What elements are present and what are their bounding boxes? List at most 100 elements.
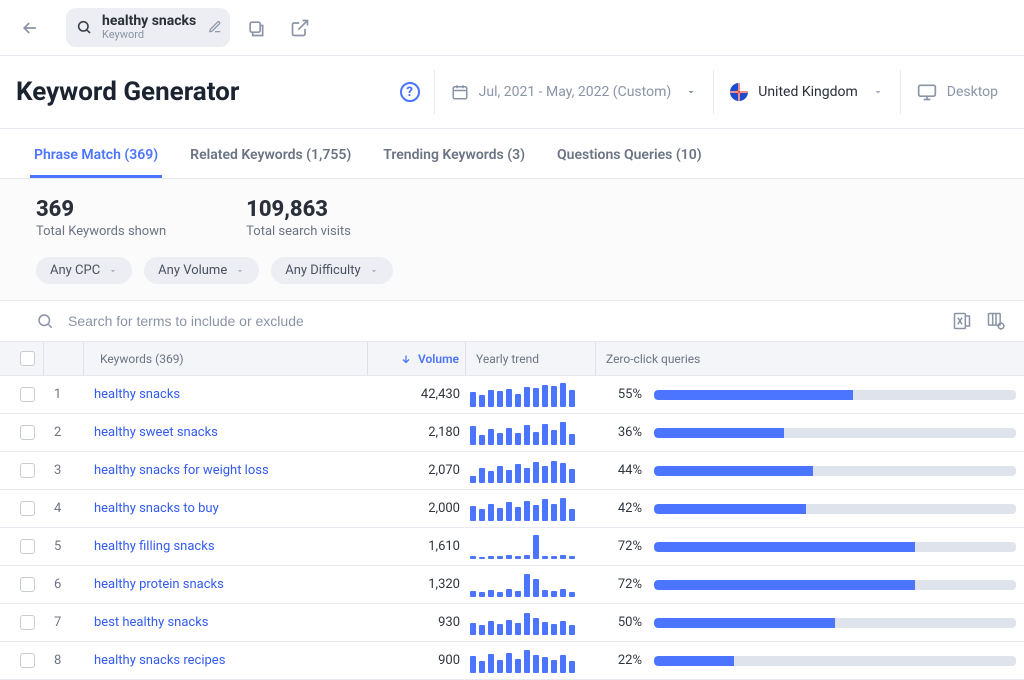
zcq-percent: 42% xyxy=(606,501,642,516)
col-trend[interactable]: Yearly trend xyxy=(466,342,596,375)
keyword-link[interactable]: healthy snacks xyxy=(94,387,180,402)
col-keywords[interactable]: Keywords (369) xyxy=(84,342,368,375)
stat-total-visits: 109,863 xyxy=(246,197,351,222)
chevron-down-icon xyxy=(235,266,245,276)
volume-value: 2,000 xyxy=(368,501,466,516)
device-label: Desktop xyxy=(947,84,998,100)
table-settings-button[interactable] xyxy=(986,311,1006,331)
date-range-label: Jul, 2021 - May, 2022 (Custom) xyxy=(479,84,672,100)
help-button[interactable]: ? xyxy=(400,82,420,102)
back-button[interactable] xyxy=(12,10,48,46)
flag-uk-icon xyxy=(730,83,748,101)
row-checkbox[interactable] xyxy=(20,577,35,592)
zcq-percent: 50% xyxy=(606,615,642,630)
table-row: 1 healthy snacks 42,430 55% xyxy=(0,376,1024,414)
zcq-percent: 36% xyxy=(606,425,642,440)
chevron-down-icon xyxy=(108,266,118,276)
keyword-link[interactable]: healthy filling snacks xyxy=(94,539,215,554)
country-label: United Kingdom xyxy=(758,84,858,100)
trend-sparkline xyxy=(466,497,596,521)
table-row: 4healthy snacks to buy2,00042% xyxy=(0,490,1024,528)
arrow-left-icon xyxy=(20,18,40,38)
col-volume[interactable]: Volume xyxy=(368,342,466,375)
table-row: 3 healthy snacks for weight loss 2,070 44% xyxy=(0,452,1024,490)
row-index: 6 xyxy=(44,577,84,592)
tab-2[interactable]: Trending Keywords (3) xyxy=(379,139,529,178)
table-row: 6healthy protein snacks1,32072% xyxy=(0,566,1024,604)
date-range-picker[interactable]: Jul, 2021 - May, 2022 (Custom) xyxy=(434,70,714,114)
trend-sparkline xyxy=(466,573,596,597)
zcq-percent: 72% xyxy=(606,539,642,554)
external-link-icon xyxy=(290,18,310,38)
open-external-button[interactable] xyxy=(282,10,318,46)
keyword-link[interactable]: best healthy snacks xyxy=(94,615,209,630)
page-title: Keyword Generator xyxy=(16,77,239,107)
filter-volume-label: Any Volume xyxy=(158,263,227,278)
volume-value: 2,180 xyxy=(368,425,466,440)
table-row: 5 healthy filling snacks 1,610 72% xyxy=(0,528,1024,566)
filter-cpc[interactable]: Any CPC xyxy=(36,257,132,284)
row-index: 5 xyxy=(44,539,84,554)
stat-total-keywords: 369 xyxy=(36,197,166,222)
tab-3[interactable]: Questions Queries (10) xyxy=(553,139,706,178)
search-input[interactable] xyxy=(66,312,486,330)
trend-sparkline xyxy=(466,459,596,483)
row-checkbox[interactable] xyxy=(20,387,35,402)
zero-click-cell: 36% xyxy=(596,425,1016,440)
keyword-link[interactable]: healthy sweet snacks xyxy=(94,425,218,440)
keyword-type: Keyword xyxy=(102,29,196,41)
row-index: 8 xyxy=(44,653,84,668)
row-index: 1 xyxy=(44,387,84,402)
table-row: 2 healthy sweet snacks 2,180 36% xyxy=(0,414,1024,452)
trend-sparkline xyxy=(466,649,596,673)
trend-sparkline xyxy=(466,421,596,445)
device-picker[interactable]: Desktop xyxy=(900,70,1014,114)
row-checkbox[interactable] xyxy=(20,425,35,440)
keyword-link[interactable]: healthy snacks for weight loss xyxy=(94,463,269,478)
zero-click-cell: 22% xyxy=(596,653,1016,668)
table-row: 8healthy snacks recipes90022% xyxy=(0,642,1024,680)
row-index: 7 xyxy=(44,615,84,630)
zero-click-cell: 72% xyxy=(596,577,1016,592)
row-checkbox[interactable] xyxy=(20,463,35,478)
country-picker[interactable]: United Kingdom xyxy=(713,70,900,114)
volume-value: 42,430 xyxy=(368,387,466,402)
row-index: 2 xyxy=(44,425,84,440)
zero-click-cell: 42% xyxy=(596,501,1016,516)
select-all-checkbox[interactable] xyxy=(20,351,35,366)
keyword-chip[interactable]: healthy snacks Keyword xyxy=(66,8,230,46)
filter-cpc-label: Any CPC xyxy=(50,263,100,278)
zero-click-cell: 50% xyxy=(596,615,1016,630)
row-checkbox[interactable] xyxy=(20,501,35,516)
add-tab-button[interactable] xyxy=(238,10,274,46)
volume-value: 930 xyxy=(368,615,466,630)
volume-value: 2,070 xyxy=(368,463,466,478)
row-index: 3 xyxy=(44,463,84,478)
trend-sparkline xyxy=(466,535,596,559)
row-checkbox[interactable] xyxy=(20,615,35,630)
zero-click-cell: 72% xyxy=(596,539,1016,554)
trend-sparkline xyxy=(466,611,596,635)
keyword-link[interactable]: healthy protein snacks xyxy=(94,577,224,592)
columns-gear-icon xyxy=(986,311,1006,331)
table-row: 7 best healthy snacks 930 50% xyxy=(0,604,1024,642)
export-excel-button[interactable] xyxy=(952,311,972,331)
tab-1[interactable]: Related Keywords (1,755) xyxy=(186,139,355,178)
col-zcq[interactable]: Zero-click queries xyxy=(596,352,1016,366)
zcq-percent: 44% xyxy=(606,463,642,478)
chevron-down-icon xyxy=(872,86,884,98)
row-checkbox[interactable] xyxy=(20,539,35,554)
filter-difficulty[interactable]: Any Difficulty xyxy=(271,257,392,284)
zcq-percent: 55% xyxy=(606,387,642,402)
pencil-icon[interactable] xyxy=(208,20,222,34)
keyword-term: healthy snacks xyxy=(102,14,196,29)
zcq-percent: 72% xyxy=(606,577,642,592)
zcq-percent: 22% xyxy=(606,653,642,668)
keyword-link[interactable]: healthy snacks to buy xyxy=(94,501,219,516)
row-checkbox[interactable] xyxy=(20,653,35,668)
filter-volume[interactable]: Any Volume xyxy=(144,257,259,284)
sort-desc-icon xyxy=(400,353,412,365)
tab-0[interactable]: Phrase Match (369) xyxy=(30,139,162,178)
keyword-link[interactable]: healthy snacks recipes xyxy=(94,653,225,668)
volume-value: 1,610 xyxy=(368,539,466,554)
